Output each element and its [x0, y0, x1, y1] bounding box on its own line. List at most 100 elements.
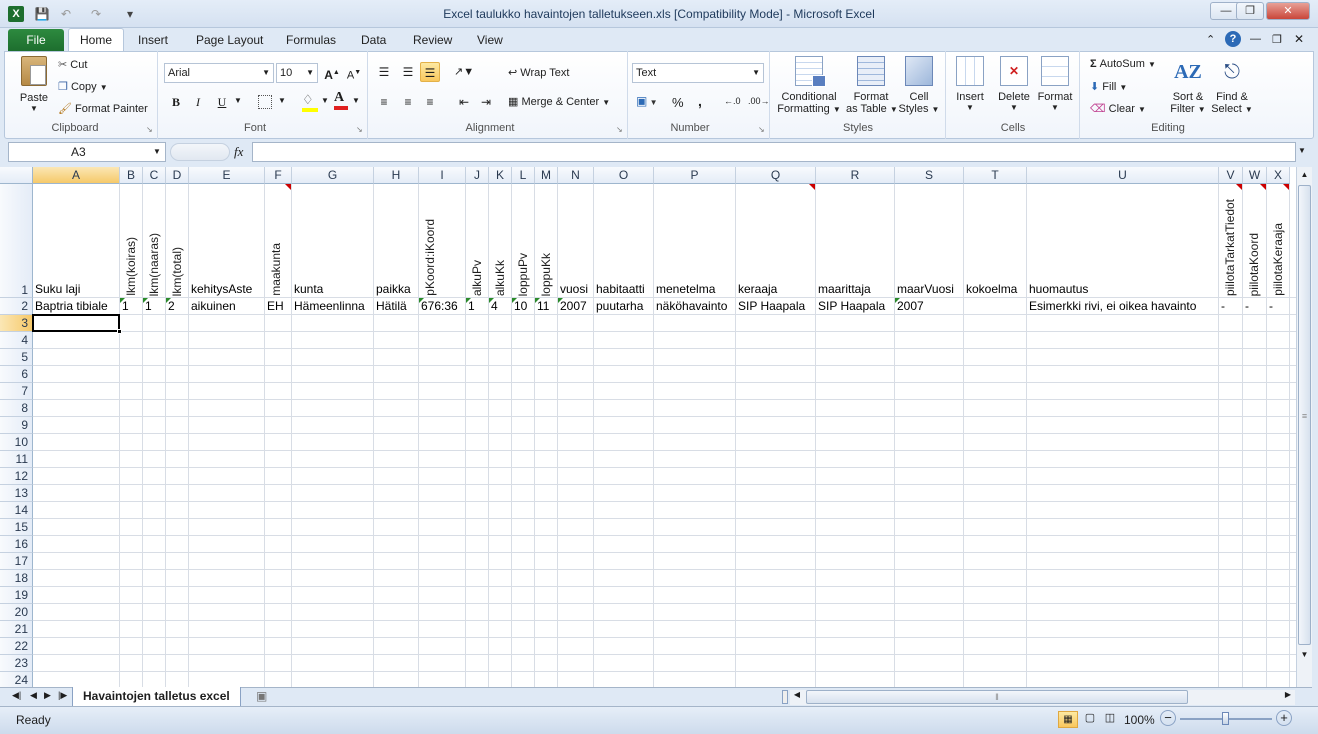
- name-box-dropdown-icon[interactable]: ▼: [153, 147, 161, 156]
- tab-view[interactable]: View: [477, 33, 503, 47]
- column-header-u[interactable]: U: [1027, 167, 1219, 184]
- row-header-2[interactable]: 2: [0, 298, 33, 315]
- zoom-slider[interactable]: [1180, 712, 1272, 725]
- name-box[interactable]: A3: [8, 142, 166, 162]
- column-header-p[interactable]: P: [654, 167, 736, 184]
- header-cell-f[interactable]: maakunta: [265, 184, 292, 298]
- horizontal-scrollbar[interactable]: ◀ ‖ ▶: [790, 690, 1295, 705]
- align-middle-icon[interactable]: ☰: [398, 62, 418, 82]
- cell-styles-button[interactable]: Cell Styles ▼: [898, 56, 940, 115]
- fill-button[interactable]: ⬇ Fill ▼: [1090, 80, 1127, 93]
- font-color-dropdown-icon[interactable]: ▼: [352, 96, 360, 105]
- row-header-14[interactable]: 14: [0, 502, 33, 519]
- column-header-t[interactable]: T: [964, 167, 1027, 184]
- format-as-table-button[interactable]: Format as Table ▼: [846, 56, 898, 115]
- column-header-h[interactable]: H: [374, 167, 419, 184]
- borders-icon[interactable]: [258, 95, 272, 109]
- row-header-7[interactable]: 7: [0, 383, 33, 400]
- row-header-19[interactable]: 19: [0, 587, 33, 604]
- horizontal-scroll-thumb[interactable]: ‖: [806, 690, 1188, 704]
- increase-decimal-icon[interactable]: ←.0: [724, 96, 741, 106]
- zoom-slider-thumb[interactable]: [1222, 712, 1229, 725]
- column-header-d[interactable]: D: [166, 167, 189, 184]
- header-cell-e[interactable]: kehitysAste: [191, 281, 252, 298]
- column-header-x[interactable]: X: [1267, 167, 1290, 184]
- row-header-16[interactable]: 16: [0, 536, 33, 553]
- format-painter-button[interactable]: 🖌 Format Painter: [58, 102, 148, 115]
- fill-color-dropdown-icon[interactable]: ▼: [321, 96, 329, 105]
- header-cell-d[interactable]: lkm(total): [166, 184, 189, 298]
- column-header-o[interactable]: O: [594, 167, 654, 184]
- column-header-g[interactable]: G: [292, 167, 374, 184]
- font-launcher-icon[interactable]: ↘: [356, 125, 363, 134]
- worksheet-grid[interactable]: A B C D E F G H I J K L M N O P Q R S T U V W X 1 2 3 4 5 6 7 8 9 10 11 12 1…: [0, 167, 1296, 687]
- insert-cells-button[interactable]: Insert ▼: [950, 56, 990, 112]
- doc-restore-icon[interactable]: ❐: [1272, 33, 1282, 46]
- data-cell-x2[interactable]: -: [1269, 298, 1273, 315]
- tab-page-layout[interactable]: Page Layout: [196, 33, 263, 47]
- shrink-font-icon[interactable]: A▼: [344, 63, 364, 83]
- autosum-button[interactable]: Σ AutoSum ▼: [1090, 58, 1156, 70]
- sheet-tab-active[interactable]: Havaintojen talletus excel: [72, 687, 241, 707]
- header-cell-a[interactable]: Suku laji: [35, 281, 80, 298]
- row-header-10[interactable]: 10: [0, 434, 33, 451]
- clear-button[interactable]: ⌫ Clear ▼: [1090, 102, 1146, 115]
- data-cell-o2[interactable]: puutarha: [596, 298, 643, 315]
- data-cell-s2[interactable]: 2007: [897, 298, 924, 315]
- font-color-icon[interactable]: A: [334, 90, 348, 110]
- format-cells-button[interactable]: Format ▼: [1034, 56, 1076, 112]
- row-header-1[interactable]: 1: [0, 184, 33, 298]
- underline-button[interactable]: U: [212, 92, 232, 112]
- normal-view-icon[interactable]: ▦: [1058, 711, 1078, 728]
- row-header-4[interactable]: 4: [0, 332, 33, 349]
- font-size-combo[interactable]: 10 ▼: [276, 63, 318, 83]
- column-header-q[interactable]: Q: [736, 167, 816, 184]
- column-header-a[interactable]: A: [33, 167, 120, 184]
- row-header-8[interactable]: 8: [0, 400, 33, 417]
- font-name-combo[interactable]: Arial ▼: [164, 63, 274, 83]
- row-header-24[interactable]: 24: [0, 672, 33, 687]
- first-sheet-icon[interactable]: ◀|: [12, 690, 21, 701]
- data-cell-a2[interactable]: Baptria tibiale: [35, 298, 108, 315]
- underline-dropdown-icon[interactable]: ▼: [234, 96, 242, 105]
- increase-indent-icon[interactable]: ⇥: [476, 92, 496, 112]
- header-cell-u[interactable]: huomautus: [1029, 281, 1088, 298]
- conditional-formatting-button[interactable]: Conditional Formatting ▼: [776, 56, 842, 115]
- header-cell-i[interactable]: pKoord:iKoord: [419, 184, 466, 298]
- doc-close-icon[interactable]: ✕: [1294, 32, 1304, 46]
- header-cell-w[interactable]: piilotaKoord: [1243, 184, 1267, 298]
- data-cell-r2[interactable]: SIP Haapala: [818, 298, 885, 315]
- row-header-9[interactable]: 9: [0, 417, 33, 434]
- cut-button[interactable]: ✂ Cut: [58, 58, 87, 71]
- header-cell-o[interactable]: habitaatti: [596, 281, 645, 298]
- header-cell-v[interactable]: piilotaTarkatTiedot: [1219, 184, 1243, 298]
- header-cell-l[interactable]: loppuPv: [512, 184, 535, 298]
- header-cell-k[interactable]: alkuKk: [489, 184, 512, 298]
- decrease-indent-icon[interactable]: ⇤: [454, 92, 474, 112]
- decrease-decimal-icon[interactable]: .00→: [748, 96, 770, 106]
- column-header-l[interactable]: L: [512, 167, 535, 184]
- row-header-21[interactable]: 21: [0, 621, 33, 638]
- row-header-22[interactable]: 22: [0, 638, 33, 655]
- column-header-k[interactable]: K: [489, 167, 512, 184]
- column-header-v[interactable]: V: [1219, 167, 1243, 184]
- clipboard-launcher-icon[interactable]: ↘: [146, 125, 153, 134]
- zoom-level[interactable]: 100%: [1124, 713, 1155, 727]
- column-header-j[interactable]: J: [466, 167, 489, 184]
- zoom-in-icon[interactable]: +: [1276, 710, 1292, 726]
- tab-review[interactable]: Review: [413, 33, 452, 47]
- number-launcher-icon[interactable]: ↘: [758, 125, 765, 134]
- header-cell-n[interactable]: vuosi: [560, 281, 588, 298]
- row-header-11[interactable]: 11: [0, 451, 33, 468]
- header-cell-j[interactable]: alkuPv: [466, 184, 489, 298]
- doc-minimize-icon[interactable]: —: [1250, 33, 1261, 45]
- header-cell-p[interactable]: menetelma: [656, 281, 715, 298]
- merge-center-button[interactable]: ▦ Merge & Center ▼: [508, 95, 610, 108]
- data-cell-n2[interactable]: 2007: [560, 298, 587, 315]
- italic-button[interactable]: I: [188, 92, 208, 112]
- page-layout-view-icon[interactable]: ▢: [1080, 711, 1100, 728]
- scroll-right-icon[interactable]: ▶: [1281, 690, 1295, 699]
- accounting-format-icon[interactable]: ▣ ▼: [636, 94, 657, 108]
- copy-button[interactable]: ❐ Copy ▼: [58, 80, 108, 93]
- column-header-w[interactable]: W: [1243, 167, 1267, 184]
